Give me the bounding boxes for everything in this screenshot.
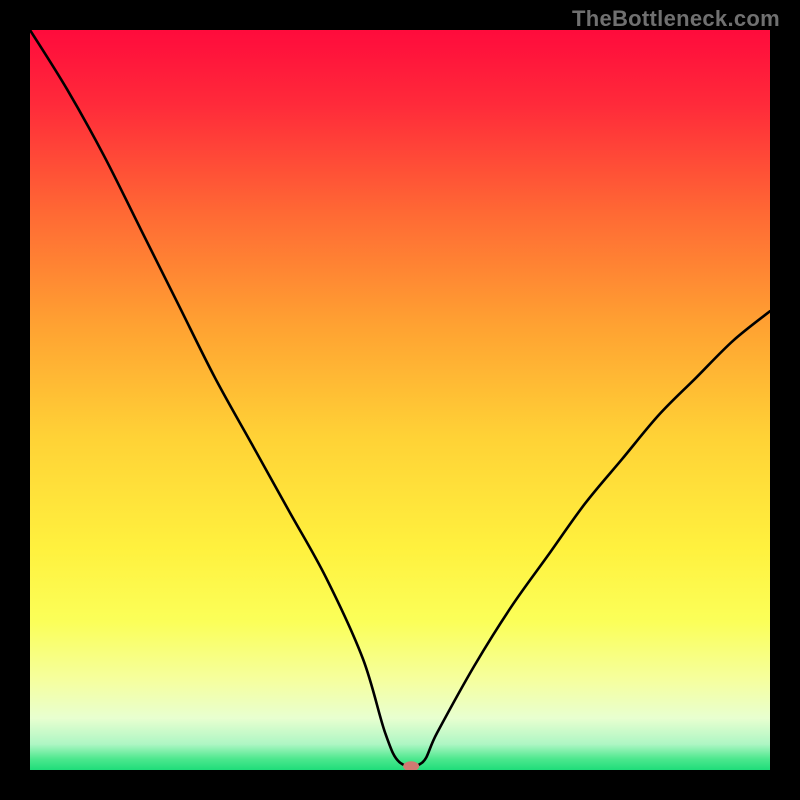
plot-area — [30, 30, 770, 770]
bottleneck-chart — [30, 30, 770, 770]
gradient-background — [30, 30, 770, 770]
chart-frame: TheBottleneck.com — [0, 0, 800, 800]
watermark-text: TheBottleneck.com — [572, 6, 780, 32]
